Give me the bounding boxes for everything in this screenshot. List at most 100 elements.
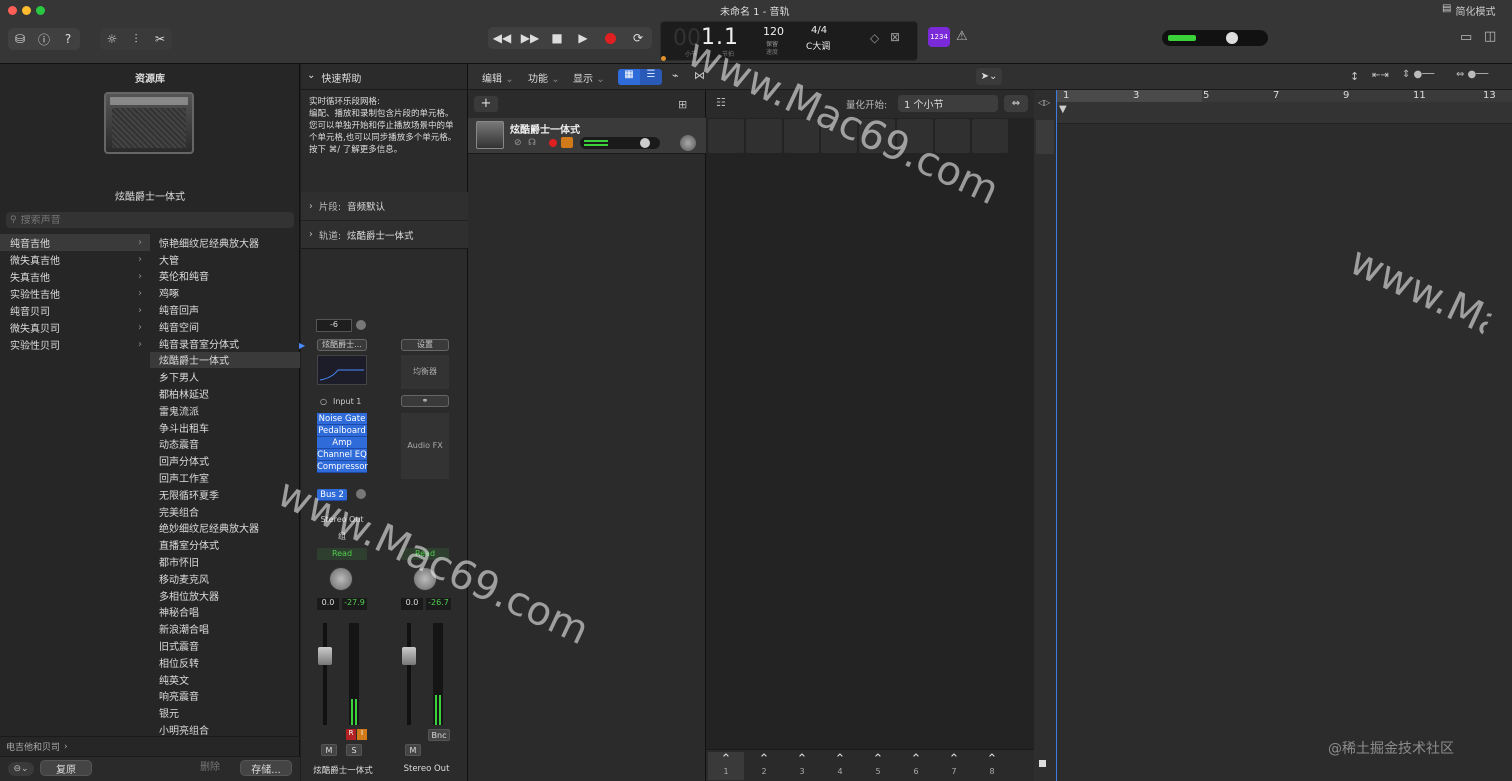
master-volume-slider[interactable] <box>1162 30 1268 46</box>
preset-item[interactable]: 回声工作室 <box>150 469 300 486</box>
track-inspector-row[interactable]: › 轨道: 炫酷爵士一体式 <box>301 220 468 248</box>
preset-item[interactable]: 惊艳细纹尼经典放大器 <box>150 234 300 251</box>
search-input[interactable] <box>20 214 271 226</box>
scissors-icon[interactable]: ✂ <box>148 28 172 50</box>
record-icon[interactable] <box>596 27 624 49</box>
vertical-zoom-slider[interactable]: ⇕ ●── <box>1402 69 1434 80</box>
simplified-mode-toggle[interactable]: ▤ 简化模式 <box>1442 3 1495 18</box>
ruler[interactable] <box>1057 90 1512 102</box>
input-monitor-icon[interactable] <box>561 137 573 148</box>
lcd-key[interactable]: C大调 <box>806 39 830 52</box>
preset-item[interactable]: 绝妙细纹尼经典放大器 <box>150 520 300 537</box>
preset-item[interactable]: 大管 <box>150 251 300 268</box>
edit-menu[interactable]: 编辑 ⌄ <box>482 70 514 85</box>
tracks-area[interactable]: ▼ <box>1056 90 1512 781</box>
library-icon[interactable]: ⛁ <box>8 28 32 50</box>
channel-name[interactable]: 炫酷爵士一体式 <box>301 764 385 776</box>
audio-fx-slot[interactable]: Compressor <box>317 461 368 473</box>
preset-item[interactable]: 银元 <box>150 704 300 721</box>
audio-fx-slot[interactable]: Channel EQ <box>317 449 367 461</box>
preset-item[interactable]: 都市怀旧 <box>150 553 300 570</box>
category-item[interactable]: 实验性贝司 › <box>0 336 150 353</box>
rewind-icon[interactable]: ◀◀ <box>488 27 516 49</box>
mixer-icon[interactable]: ⫶ <box>124 28 148 50</box>
pointer-tool-icon[interactable]: ➤⌄ <box>976 68 1002 85</box>
record-enable-button[interactable]: R <box>346 729 356 740</box>
add-track-button[interactable]: + <box>474 96 498 112</box>
scene-list-icon[interactable]: ☷ <box>716 96 726 109</box>
volume-fader[interactable] <box>402 647 416 665</box>
library-options-icon[interactable]: ⊖⌄ <box>8 762 34 776</box>
region-inspector-row[interactable]: › 片段: 音频默认 <box>301 192 468 220</box>
delete-button[interactable]: 删除 <box>188 760 232 776</box>
eq-thumbnail[interactable] <box>317 355 367 385</box>
minimize-window-button[interactable] <box>22 6 31 15</box>
bounce-button[interactable]: Bnc <box>428 729 450 741</box>
preset-item[interactable]: 雷鬼流派 <box>150 402 300 419</box>
channel-name[interactable]: Stereo Out <box>385 764 468 774</box>
category-item[interactable]: 微失真吉他 › <box>0 251 150 268</box>
category-item[interactable]: 纯音吉他 › <box>0 234 150 251</box>
preset-item[interactable]: 多相位放大器 <box>150 587 300 604</box>
scene-trigger[interactable]: ⌃ 3 <box>784 752 820 780</box>
horizontal-zoom-slider[interactable]: ⇔ ●── <box>1456 69 1488 80</box>
vertical-zoom-icon[interactable]: ↕ <box>1350 70 1359 83</box>
preset-item[interactable]: 都柏林延迟 <box>150 385 300 402</box>
preset-item[interactable]: 炫酷爵士一体式 <box>150 351 300 369</box>
automation-icon[interactable]: ⌁ <box>672 69 679 82</box>
category-item[interactable]: 失真吉他 › <box>0 268 150 285</box>
send-knob[interactable] <box>356 489 366 499</box>
preset-item[interactable]: 神秘合唱 <box>150 604 300 621</box>
loop-cell[interactable] <box>745 119 782 153</box>
revert-button[interactable]: 复原 <box>40 760 92 776</box>
library-breadcrumb[interactable]: 电吉他和贝司 › <box>0 736 300 756</box>
inspector-icon[interactable]: ⓘ <box>32 28 56 50</box>
track-pan-knob[interactable] <box>680 135 696 151</box>
stereo-link-icon[interactable]: ⚭ <box>401 395 449 407</box>
replace-icon[interactable]: ⊠ <box>890 30 900 44</box>
preset-item[interactable]: 动态震音 <box>150 436 300 453</box>
track-lane[interactable] <box>1057 102 1512 124</box>
preset-item[interactable]: 纯音录音室分体式 <box>150 335 300 352</box>
setting-button[interactable]: 设置 <box>401 339 449 351</box>
functions-menu[interactable]: 功能 ⌄ <box>528 70 560 85</box>
fast-forward-icon[interactable]: ▶▶ <box>516 27 544 49</box>
preset-item[interactable]: 直播室分体式 <box>150 536 300 553</box>
scene-trigger[interactable]: ⌃ 6 <box>898 752 934 780</box>
track-volume-slider[interactable] <box>580 137 660 149</box>
mute-button[interactable]: M <box>405 744 421 756</box>
preset-item[interactable]: 鸡啄 <box>150 284 300 301</box>
solo-button[interactable]: S <box>346 744 362 756</box>
grid-view-icon[interactable]: ▦ <box>618 69 640 85</box>
list-editors-icon[interactable]: ▭ <box>1460 30 1472 45</box>
loop-cell[interactable] <box>972 119 1008 153</box>
preset-item[interactable]: 争斗出租车 <box>150 419 300 436</box>
preset-item[interactable]: 移动麦克风 <box>150 570 300 587</box>
lcd-time-signature[interactable]: 4/4 <box>811 25 827 36</box>
gain-knob[interactable] <box>356 320 366 330</box>
smart-controls-icon[interactable]: ☼ <box>100 28 124 50</box>
quick-help-icon[interactable]: ? <box>56 28 80 50</box>
pan-knob[interactable] <box>329 567 353 591</box>
mute-icon[interactable]: ⊘ <box>514 138 522 148</box>
tuner-icon[interactable]: ◇ <box>870 31 879 45</box>
audio-fx-slot[interactable]: Noise Gate <box>317 413 367 425</box>
preset-item[interactable]: 纯音回声 <box>150 301 300 318</box>
preset-item[interactable]: 相位反转 <box>150 654 300 671</box>
divider-arrows-icon[interactable]: ◁▷ <box>1038 98 1050 107</box>
audio-fx-slot[interactable]: Pedalboard <box>317 425 367 437</box>
preset-item[interactable]: 纯英文 <box>150 671 300 688</box>
scene-trigger[interactable]: ⌃ 4 <box>822 752 858 780</box>
input-monitor-button[interactable]: I <box>357 729 367 740</box>
preset-item[interactable]: 旧式震音 <box>150 637 300 654</box>
divider-cell[interactable] <box>1036 120 1054 154</box>
close-window-button[interactable] <box>8 6 17 15</box>
track-header[interactable]: 炫酷爵士一体式 ⊘ ☊ <box>468 118 706 154</box>
audio-fx-slot[interactable]: Amp <box>317 437 367 449</box>
track-volume-thumb[interactable] <box>640 138 650 148</box>
scene-trigger[interactable]: ⌃ 2 <box>746 752 782 780</box>
preset-item[interactable]: 新浪潮合唱 <box>150 620 300 637</box>
record-enable-icon[interactable] <box>549 139 557 147</box>
lcd-tempo[interactable]: 120 <box>763 25 784 38</box>
scene-trigger[interactable]: ⌃ 5 <box>860 752 896 780</box>
